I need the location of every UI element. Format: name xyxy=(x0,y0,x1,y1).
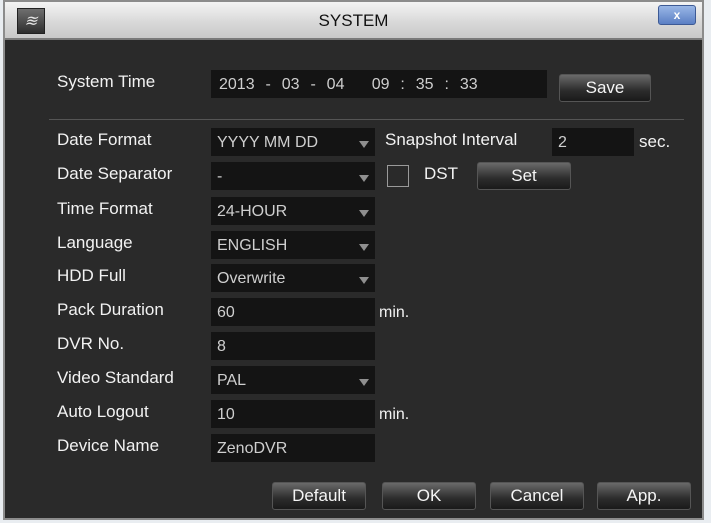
auto-logout-value: 10 xyxy=(217,406,235,423)
year-value[interactable]: 2013 xyxy=(219,76,255,93)
time-format-select[interactable]: 24-HOUR xyxy=(211,197,375,225)
pack-duration-label: Pack Duration xyxy=(57,300,164,319)
date-separator-select[interactable]: - xyxy=(211,162,375,190)
video-standard-value: PAL xyxy=(217,372,247,389)
cancel-button[interactable]: Cancel xyxy=(490,482,584,510)
minute-value[interactable]: 35 xyxy=(416,76,434,93)
section-divider xyxy=(49,119,684,120)
snapshot-interval-value: 2 xyxy=(558,134,567,151)
ok-button[interactable]: OK xyxy=(382,482,476,510)
system-time-label: System Time xyxy=(57,72,156,91)
default-button[interactable]: Default xyxy=(272,482,366,510)
dst-set-button[interactable]: Set xyxy=(477,162,571,190)
hdd-full-label: HDD Full xyxy=(57,266,126,285)
dialog-title: SYSTEM xyxy=(318,11,389,30)
date-format-label: Date Format xyxy=(57,130,152,149)
language-select[interactable]: ENGLISH xyxy=(211,231,375,259)
dst-label: DST xyxy=(424,164,458,183)
date-separator-label: Date Separator xyxy=(57,164,173,183)
auto-logout-unit: min. xyxy=(379,406,410,423)
language-value: ENGLISH xyxy=(217,237,288,254)
date-format-value: YYYY MM DD xyxy=(217,134,319,151)
time-format-label: Time Format xyxy=(57,199,153,218)
chevron-down-icon xyxy=(359,141,369,148)
date-separator-value: - xyxy=(217,168,223,185)
date-format-select[interactable]: YYYY MM DD xyxy=(211,128,375,156)
snapshot-interval-label: Snapshot Interval xyxy=(385,130,518,149)
pack-duration-value: 60 xyxy=(217,304,235,321)
device-name-value: ZenoDVR xyxy=(217,440,288,457)
time-format-value: 24-HOUR xyxy=(217,203,288,220)
snapshot-interval-input[interactable]: 2 xyxy=(552,128,634,156)
chevron-down-icon xyxy=(359,175,369,182)
close-button[interactable]: x xyxy=(658,5,696,25)
video-standard-select[interactable]: PAL xyxy=(211,366,375,394)
device-name-input[interactable]: ZenoDVR xyxy=(211,434,375,462)
language-label: Language xyxy=(57,233,133,252)
hdd-full-value: Overwrite xyxy=(217,270,286,287)
snapshot-interval-unit: sec. xyxy=(639,132,671,151)
apply-button[interactable]: App. xyxy=(597,482,691,510)
chevron-down-icon xyxy=(359,379,369,386)
dvr-no-label: DVR No. xyxy=(57,334,125,353)
chevron-down-icon xyxy=(359,277,369,284)
day-value[interactable]: 04 xyxy=(327,76,345,93)
hour-value[interactable]: 09 xyxy=(372,76,390,93)
month-value[interactable]: 03 xyxy=(282,76,300,93)
hdd-full-select[interactable]: Overwrite xyxy=(211,264,375,292)
save-button[interactable]: Save xyxy=(559,74,651,102)
auto-logout-label: Auto Logout xyxy=(57,402,149,421)
system-time-field[interactable]: 2013 - 03 - 04 09 : 35 : 33 xyxy=(211,70,547,98)
auto-logout-input[interactable]: 10 xyxy=(211,400,375,428)
dst-checkbox[interactable] xyxy=(387,165,409,187)
chevron-down-icon xyxy=(359,210,369,217)
system-dialog: ≋ SYSTEM x System Time 2013 - 03 - 04 09… xyxy=(3,0,704,520)
second-value[interactable]: 33 xyxy=(460,76,478,93)
video-standard-label: Video Standard xyxy=(57,368,174,387)
chevron-down-icon xyxy=(359,244,369,251)
dvr-no-input[interactable]: 8 xyxy=(211,332,375,360)
title-bar: ≋ SYSTEM x xyxy=(5,2,702,40)
pack-duration-unit: min. xyxy=(379,304,410,321)
pack-duration-input[interactable]: 60 xyxy=(211,298,375,326)
dvr-no-value: 8 xyxy=(217,338,226,355)
device-name-label: Device Name xyxy=(57,436,160,455)
